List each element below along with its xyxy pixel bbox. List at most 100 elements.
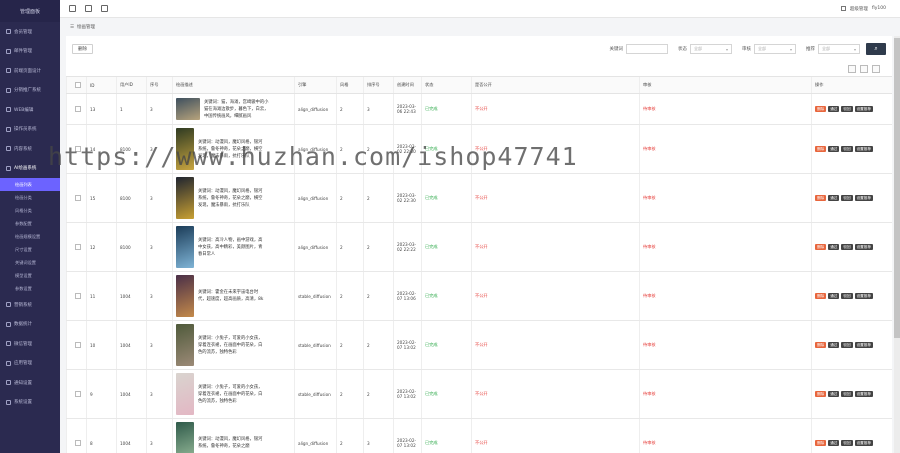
action-button-0[interactable]: 删除: [815, 195, 827, 201]
sidebar-subitem[interactable]: 模型设置: [0, 269, 60, 282]
action-button-0[interactable]: 删除: [815, 106, 827, 112]
sidebar-subitem[interactable]: 绘画列表: [0, 178, 60, 191]
artwork-thumbnail[interactable]: [176, 177, 194, 219]
action-button-0[interactable]: 删除: [815, 342, 827, 348]
sidebar-item[interactable]: 前端页面设计: [0, 61, 60, 81]
row-checkbox[interactable]: [75, 195, 81, 201]
column-header[interactable]: 用户ID: [116, 77, 146, 93]
user-name[interactable]: 超级管理: [850, 6, 868, 12]
column-header[interactable]: 风格: [336, 77, 363, 93]
sidebar-item[interactable]: 应用管理: [0, 354, 60, 374]
column-header[interactable]: 是否公开: [471, 77, 639, 93]
action-button-2[interactable]: 驳回: [841, 391, 853, 397]
sidebar-item[interactable]: AI绘画系统: [0, 159, 60, 179]
action-button-2[interactable]: 驳回: [841, 146, 853, 152]
action-button-3[interactable]: 设置推荐: [854, 195, 873, 201]
action-button-2[interactable]: 驳回: [841, 244, 853, 250]
artwork-thumbnail[interactable]: [176, 422, 194, 453]
action-button-1[interactable]: 通过: [828, 293, 840, 299]
delete-button[interactable]: 删除: [72, 44, 93, 54]
column-header[interactable]: ID: [86, 77, 116, 93]
column-header[interactable]: 排序号: [363, 77, 393, 93]
action-button-0[interactable]: 删除: [815, 391, 827, 397]
artwork-thumbnail[interactable]: [176, 373, 194, 415]
action-button-3[interactable]: 设置推荐: [854, 244, 873, 250]
sidebar-item[interactable]: 数据统计: [0, 315, 60, 335]
action-button-0[interactable]: 删除: [815, 293, 827, 299]
artwork-thumbnail[interactable]: [176, 128, 194, 170]
action-button-2[interactable]: 驳回: [841, 440, 853, 446]
column-header[interactable]: 序号: [146, 77, 172, 93]
refresh-icon[interactable]: [101, 5, 108, 12]
sidebar-subitem[interactable]: 绘画规模设置: [0, 230, 60, 243]
artwork-thumbnail[interactable]: [176, 98, 200, 120]
action-button-0[interactable]: 删除: [815, 440, 827, 446]
print-icon[interactable]: [860, 65, 868, 73]
action-button-1[interactable]: 通过: [828, 244, 840, 250]
filter-select[interactable]: 全部 ▾: [818, 44, 860, 54]
action-button-3[interactable]: 设置推荐: [854, 293, 873, 299]
fullscreen-icon[interactable]: [85, 5, 92, 12]
sidebar-subitem[interactable]: 绘画分类: [0, 191, 60, 204]
search-button[interactable]: ⌕: [866, 43, 886, 55]
action-button-3[interactable]: 设置推荐: [854, 342, 873, 348]
scrollbar[interactable]: [894, 36, 900, 453]
action-button-0[interactable]: 删除: [815, 244, 827, 250]
action-button-3[interactable]: 设置推荐: [854, 146, 873, 152]
column-header[interactable]: 状态: [421, 77, 471, 93]
sidebar-item[interactable]: 内容系统: [0, 139, 60, 159]
sidebar-item[interactable]: 会员管理: [0, 22, 60, 42]
action-button-1[interactable]: 通过: [828, 342, 840, 348]
columns-icon[interactable]: [848, 65, 856, 73]
action-button-2[interactable]: 驳回: [841, 106, 853, 112]
keyword-input[interactable]: [626, 44, 668, 54]
action-button-1[interactable]: 通过: [828, 195, 840, 201]
sidebar-subitem[interactable]: 尺寸设置: [0, 243, 60, 256]
sidebar-subitem[interactable]: 关键词设置: [0, 256, 60, 269]
scrollbar-thumb[interactable]: [894, 38, 900, 338]
filter-select[interactable]: 全部 ▾: [690, 44, 732, 54]
sidebar-item[interactable]: 邮件管理: [0, 42, 60, 62]
action-button-2[interactable]: 驳回: [841, 293, 853, 299]
sidebar-subitem[interactable]: 参数设置: [0, 282, 60, 295]
artwork-thumbnail[interactable]: [176, 324, 194, 366]
action-button-1[interactable]: 通过: [828, 391, 840, 397]
action-button-3[interactable]: 设置推荐: [854, 106, 873, 112]
sidebar-item[interactable]: 操作员系统: [0, 120, 60, 140]
row-checkbox[interactable]: [75, 244, 81, 250]
row-checkbox[interactable]: [75, 146, 81, 152]
menu-toggle-icon[interactable]: [69, 5, 76, 12]
row-checkbox[interactable]: [75, 342, 81, 348]
sidebar-item[interactable]: 营销系统: [0, 295, 60, 315]
column-header[interactable]: 操作: [811, 77, 892, 93]
export-icon[interactable]: [872, 65, 880, 73]
sidebar-item[interactable]: 分销推广系统: [0, 81, 60, 101]
column-header[interactable]: 绘画描述: [172, 77, 294, 93]
row-checkbox[interactable]: [75, 293, 81, 299]
sidebar-subitem[interactable]: 风格分类: [0, 204, 60, 217]
version-label[interactable]: fly100: [872, 6, 886, 11]
filter-select[interactable]: 全部 ▾: [754, 44, 796, 54]
action-button-2[interactable]: 驳回: [841, 195, 853, 201]
sidebar-item[interactable]: 微信管理: [0, 334, 60, 354]
action-button-3[interactable]: 设置推荐: [854, 440, 873, 446]
row-checkbox[interactable]: [75, 440, 81, 446]
action-button-1[interactable]: 通过: [828, 146, 840, 152]
sidebar-item[interactable]: 系统设置: [0, 393, 60, 413]
sidebar-subitem[interactable]: 参数配置: [0, 217, 60, 230]
row-checkbox[interactable]: [75, 391, 81, 397]
column-header[interactable]: 创建时间: [393, 77, 421, 93]
action-button-1[interactable]: 通过: [828, 440, 840, 446]
column-header[interactable]: 审核: [639, 77, 811, 93]
action-button-0[interactable]: 删除: [815, 146, 827, 152]
sidebar-item[interactable]: WEB编辑: [0, 100, 60, 120]
row-checkbox[interactable]: [75, 106, 81, 112]
action-button-1[interactable]: 通过: [828, 106, 840, 112]
select-all-checkbox[interactable]: [75, 82, 81, 88]
artwork-thumbnail[interactable]: [176, 226, 194, 268]
action-button-2[interactable]: 驳回: [841, 342, 853, 348]
sidebar-item[interactable]: 通知设置: [0, 373, 60, 393]
column-header[interactable]: 引擎: [294, 77, 336, 93]
action-button-3[interactable]: 设置推荐: [854, 391, 873, 397]
artwork-thumbnail[interactable]: [176, 275, 194, 317]
